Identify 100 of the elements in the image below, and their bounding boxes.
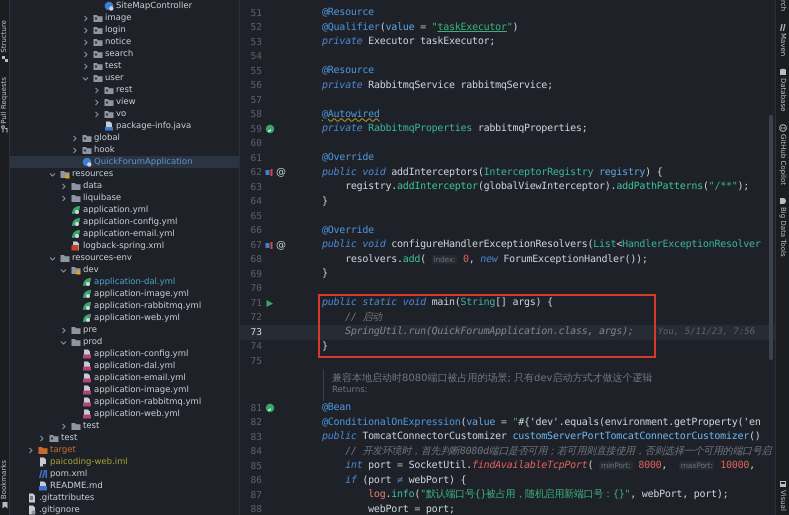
folder-icon bbox=[49, 433, 59, 443]
tree-item[interactable]: rest bbox=[10, 84, 239, 96]
tree-item[interactable]: application-config.yml bbox=[10, 216, 239, 228]
tree-item[interactable]: QuickForumApplication bbox=[10, 156, 239, 168]
file-icon bbox=[71, 241, 81, 251]
tree-item[interactable]: hook bbox=[10, 144, 239, 156]
tree-item[interactable]: .gitignore bbox=[10, 504, 239, 515]
code-line: @Autowired bbox=[322, 108, 380, 122]
tree-item[interactable]: application-web.yml bbox=[10, 408, 239, 420]
folder-icon bbox=[82, 145, 92, 155]
class-icon bbox=[82, 157, 92, 167]
tree-item[interactable]: view bbox=[10, 96, 239, 108]
tree-item[interactable]: search bbox=[10, 48, 239, 60]
line-number: 86 bbox=[250, 475, 262, 486]
line-number: 84 bbox=[250, 446, 262, 458]
tree-item[interactable]: vo bbox=[10, 108, 239, 120]
bookmark-icon bbox=[0, 501, 8, 509]
folder-icon bbox=[71, 421, 81, 431]
line-number: 65 bbox=[250, 210, 262, 222]
folder-icon bbox=[93, 73, 103, 83]
tree-item[interactable]: application-dal.yml bbox=[10, 360, 239, 372]
tree-item[interactable]: paicoding-web.iml bbox=[10, 456, 239, 468]
line-number: 71 bbox=[250, 298, 262, 309]
leaf-icon bbox=[82, 289, 92, 299]
tree-item[interactable]: image bbox=[10, 12, 239, 24]
doc-text: Returns: bbox=[332, 384, 368, 396]
code-line: public void configureHandlerExceptionResolvers(List<HandlerExceptionResolver bbox=[322, 238, 761, 252]
leaf-icon bbox=[82, 313, 92, 323]
tree-item[interactable]: application-image.yml bbox=[10, 384, 239, 396]
folder-icon bbox=[93, 61, 103, 71]
leaf-icon bbox=[71, 205, 81, 215]
folder-icon bbox=[60, 169, 70, 179]
tree-item[interactable]: notice bbox=[10, 36, 239, 48]
tree-item[interactable]: application.yml bbox=[10, 204, 239, 216]
tree-item[interactable]: test bbox=[10, 432, 239, 444]
class-icon bbox=[104, 1, 114, 11]
code-line: // 开发环境时，首先判断8080d端口是否可用；若可用则直接使用，否则选择一个可用的端口号启 bbox=[344, 444, 772, 458]
scrollbar-thumb[interactable] bbox=[769, 115, 773, 360]
line-number: 53 bbox=[250, 36, 262, 48]
tree-item[interactable]: liquibase bbox=[10, 192, 239, 204]
folder-icon bbox=[93, 13, 103, 23]
at-sign-marker[interactable]: @ bbox=[276, 240, 286, 251]
tree-item[interactable]: dev bbox=[10, 264, 239, 276]
at-sign-marker[interactable]: @ bbox=[276, 167, 286, 178]
tree-item[interactable]: logback-spring.xml bbox=[10, 240, 239, 252]
leaf-icon bbox=[71, 229, 81, 239]
line-number: 54 bbox=[250, 51, 262, 62]
tree-item[interactable]: prod bbox=[10, 336, 239, 348]
line-number: 61 bbox=[250, 152, 262, 164]
tree-item[interactable]: .gitattributes bbox=[10, 492, 239, 504]
line-number: 82 bbox=[250, 417, 262, 428]
tree-item[interactable]: application-config.yml bbox=[10, 348, 239, 360]
line-number: 88 bbox=[250, 504, 262, 515]
tree-item[interactable]: package-info.java bbox=[10, 120, 239, 132]
line-number: 55 bbox=[250, 66, 262, 77]
line-number: 57 bbox=[250, 94, 262, 106]
folder-icon bbox=[93, 25, 103, 35]
tree-item[interactable]: application-image.yml bbox=[10, 288, 239, 300]
tree-item[interactable]: application-rabbitmq.yml bbox=[10, 300, 239, 312]
code-line: private RabbitmqProperties rabbitmqProperties; bbox=[322, 122, 588, 136]
tree-item[interactable]: test bbox=[10, 60, 239, 72]
code-line: private RabbitmqService rabbitmqService; bbox=[322, 78, 553, 92]
line-number: 62 bbox=[250, 167, 262, 178]
line-number: 58 bbox=[250, 109, 262, 120]
tree-item[interactable]: pre bbox=[10, 324, 239, 336]
leaf-icon bbox=[82, 301, 92, 311]
java-file-icon bbox=[104, 121, 114, 131]
file-icon bbox=[82, 397, 92, 407]
tree-item[interactable]: README.md bbox=[10, 480, 239, 492]
folder-icon bbox=[104, 109, 114, 119]
code-line: webPort = port; bbox=[367, 502, 455, 515]
tree-item[interactable]: application-email.yml bbox=[10, 372, 239, 384]
tree-item[interactable]: SiteMapController bbox=[10, 0, 239, 12]
tree-item[interactable]: application-dal.yml bbox=[10, 276, 239, 288]
tree-item[interactable]: resources-env bbox=[10, 252, 239, 264]
folder-icon bbox=[71, 265, 81, 275]
line-number: 52 bbox=[250, 22, 262, 34]
tree-item[interactable]: application-rabbitmq.yml bbox=[10, 396, 239, 408]
folder-icon bbox=[93, 49, 103, 59]
tree-item[interactable]: global bbox=[10, 132, 239, 144]
override-icon bbox=[265, 168, 273, 178]
folder-icon bbox=[104, 85, 114, 95]
big-data-icon bbox=[778, 196, 786, 205]
tree-item[interactable]: application-web.yml bbox=[10, 312, 239, 324]
database-icon bbox=[778, 68, 786, 76]
pull-request-icon bbox=[0, 125, 8, 134]
code-line: } bbox=[322, 267, 328, 281]
code-line: } bbox=[322, 194, 328, 208]
file-icon bbox=[38, 457, 48, 467]
tree-item[interactable]: target bbox=[10, 444, 239, 456]
tree-item[interactable]: application-email.yml bbox=[10, 228, 239, 240]
tree-item[interactable]: pom.xml bbox=[10, 468, 239, 480]
tree-item[interactable]: user bbox=[10, 72, 239, 84]
tree-item[interactable]: resources bbox=[10, 168, 239, 180]
tree-item[interactable]: data bbox=[10, 180, 239, 192]
line-number: 73 bbox=[250, 326, 262, 338]
folder-icon bbox=[38, 445, 48, 455]
folder-icon bbox=[82, 133, 92, 143]
tree-item[interactable]: login bbox=[10, 24, 239, 36]
tree-item[interactable]: test bbox=[10, 420, 239, 432]
